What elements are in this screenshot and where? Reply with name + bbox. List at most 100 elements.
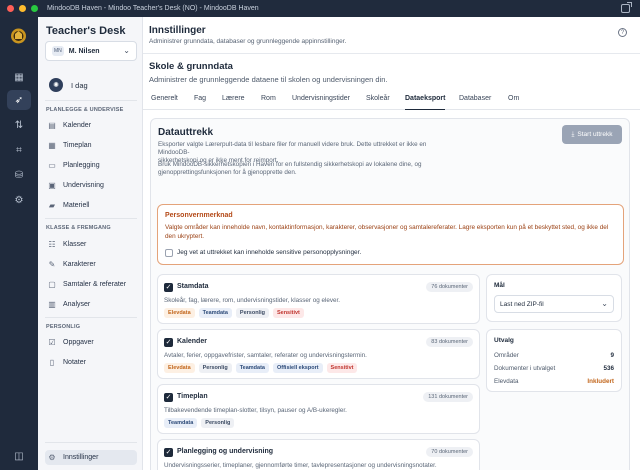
selection-row: Områder 9 [494,352,614,359]
sidebar-item-settings[interactable]: ⚙ Innstillinger [45,450,137,465]
document-count: 83 dokumenter [426,337,473,347]
item-description: Tilbakevendende timeplan-slotter, tilsyn… [164,407,347,414]
help-icon[interactable]: ? [618,28,627,37]
sidebar-item-analytics[interactable]: ▥ Analyser [45,297,137,312]
sidebar-item-today[interactable]: ✺ I dag [45,75,137,95]
sidebar-item-classes[interactable]: ☷ Klasser [45,237,137,252]
tag-badge: Personlig [201,418,235,428]
page-title: Innstillinger [149,25,206,36]
warning-text: Valgte områder kan inneholde navn, konta… [165,224,609,240]
item-title: Stamdata [177,283,209,290]
tab-subjects[interactable]: Fag [194,95,206,110]
sun-icon: ✺ [49,78,63,92]
item-description: Skoleår, fag, lærere, rom, undervisnings… [164,297,341,304]
start-export-label: Start uttrekk [577,131,613,138]
tab-data-export[interactable]: Dataeksport [405,95,446,110]
chat-icon: ▢ [48,280,56,289]
main-content: Innstillinger Administrer grunndata, dat… [143,17,640,470]
scan-icon[interactable]: ⌗ [7,140,31,160]
user-initials: MN [52,46,64,56]
tag-badge: Elevdata [164,308,195,318]
item-description: Undervisningsserier, timeplaner, gjennom… [164,462,437,469]
tab-teachers[interactable]: Lærere [222,95,245,110]
sidebar-item-teaching[interactable]: ▣ Undervisning [45,178,137,193]
gear-icon: ⚙ [48,453,56,462]
export-backup-note: Bruk MindooDB-sikkerhetskopien i Haven f… [158,161,422,176]
sliders-icon[interactable]: ⚙ [7,190,31,210]
sync-icon[interactable]: ⇅ [7,115,31,135]
tab-rooms[interactable]: Rom [261,95,276,110]
tab-teaching-times[interactable]: Undervisningstider [292,95,350,110]
divider [45,100,137,101]
section-heading: KLASSE & FREMGANG [46,225,111,231]
tag-badge: Teamdata [164,418,198,428]
tab-school-year[interactable]: Skoleår [366,95,390,110]
folder-icon: ▰ [48,201,56,210]
target-select[interactable]: Last ned ZIP-fil ⌄ [494,295,614,313]
app-rail: ▦ ➶ ⇅ ⌗ ⛁ ⚙ ◫ [0,17,38,470]
sidebar-toggle-icon[interactable]: ◫ [7,446,31,466]
tab-databases[interactable]: Databaser [459,95,491,110]
tag-badge: Offisiell eksport [272,363,323,373]
section-subtitle: Administrer de grunnleggende dataene til… [149,75,388,84]
sidebar-item-calendar[interactable]: ▤ Kalender [45,118,137,133]
item-checkbox[interactable]: ✓ [164,283,173,292]
tab-about[interactable]: Om [508,95,519,110]
export-card: Datauttrekk ⤓ Start uttrekk Eksporter va… [150,118,630,470]
sidebar-item-label: I dag [71,80,88,90]
divider [45,317,137,318]
sidebar-item-tasks[interactable]: ☑ Oppgaver [45,335,137,350]
privacy-confirm-checkbox[interactable] [165,249,173,257]
zoom-window-button[interactable] [31,5,38,12]
tag-badge: Teamdata [235,363,269,373]
window-title: MindooDB Haven - Mindoo Teacher's Desk (… [47,5,259,12]
section-heading: PLANLEGGE & UNDERVISE [46,107,124,113]
section-title: Skole & grunndata [149,61,233,72]
item-checkbox[interactable]: ✓ [164,338,173,347]
users-icon: ☷ [48,240,56,249]
chevron-down-icon: ⌄ [123,46,130,55]
user-selector[interactable]: MN M. Nilsen ⌄ [45,41,137,61]
tab-general[interactable]: Generelt [151,95,178,110]
start-export-button[interactable]: ⤓ Start uttrekk [562,125,622,144]
brand-title: Teacher's Desk [46,25,126,37]
dashboard-icon[interactable]: ▦ [7,67,31,87]
divider [143,53,640,54]
download-icon: ⤓ [571,130,575,138]
window-controls [7,5,38,12]
target-value: Last ned ZIP-fil [500,300,544,308]
tag-badge: Elevdata [164,363,195,373]
privacy-warning: Personvernmerknad Valgte områder kan inn… [157,204,624,265]
divider [45,442,137,443]
close-window-button[interactable] [7,5,14,12]
checklist-icon: ☑ [48,338,56,347]
selection-title: Utvalg [494,337,514,344]
minimize-window-button[interactable] [19,5,26,12]
document-count: 70 dokumenter [426,447,473,457]
clipboard-icon: ▭ [48,161,56,170]
sidebar-item-material[interactable]: ▰ Materiell [45,198,137,213]
selection-row: Elevdata Inkludert [494,378,614,385]
sidebar-item-grades[interactable]: ✎ Karakterer [45,257,137,272]
app-logo-icon [11,28,26,44]
export-item-calendar: ✓ Kalender 83 dokumenter Avtaler, ferier… [157,329,480,379]
tag-badge: Personlig [235,308,269,318]
tag-list: Teamdata Personlig [164,418,235,428]
target-card: Mål Last ned ZIP-fil ⌄ [486,274,622,322]
section-heading: PERSONLIG [46,324,81,330]
sidebar-item-conversations[interactable]: ▢ Samtaler & referater [45,277,137,292]
tag-badge: Sensitivt [272,308,304,318]
open-external-icon[interactable] [621,2,632,13]
sidebar-item-planning[interactable]: ▭ Planlegging [45,158,137,173]
rocket-icon[interactable]: ➶ [7,90,31,110]
export-item-planning: ✓ Planlegging og undervisning 70 dokumen… [157,439,480,470]
sidebar-item-schedule[interactable]: ▦ Timeplan [45,138,137,153]
tag-badge: Sensitivt [326,363,358,373]
chevron-down-icon: ⌄ [601,299,608,308]
item-checkbox[interactable]: ✓ [164,393,173,402]
sidebar-item-notes[interactable]: ▯ Notater [45,355,137,370]
item-checkbox[interactable]: ✓ [164,448,173,457]
presentation-icon: ▣ [48,181,56,190]
calendar-icon: ▤ [48,121,56,130]
database-icon[interactable]: ⛁ [7,165,31,185]
